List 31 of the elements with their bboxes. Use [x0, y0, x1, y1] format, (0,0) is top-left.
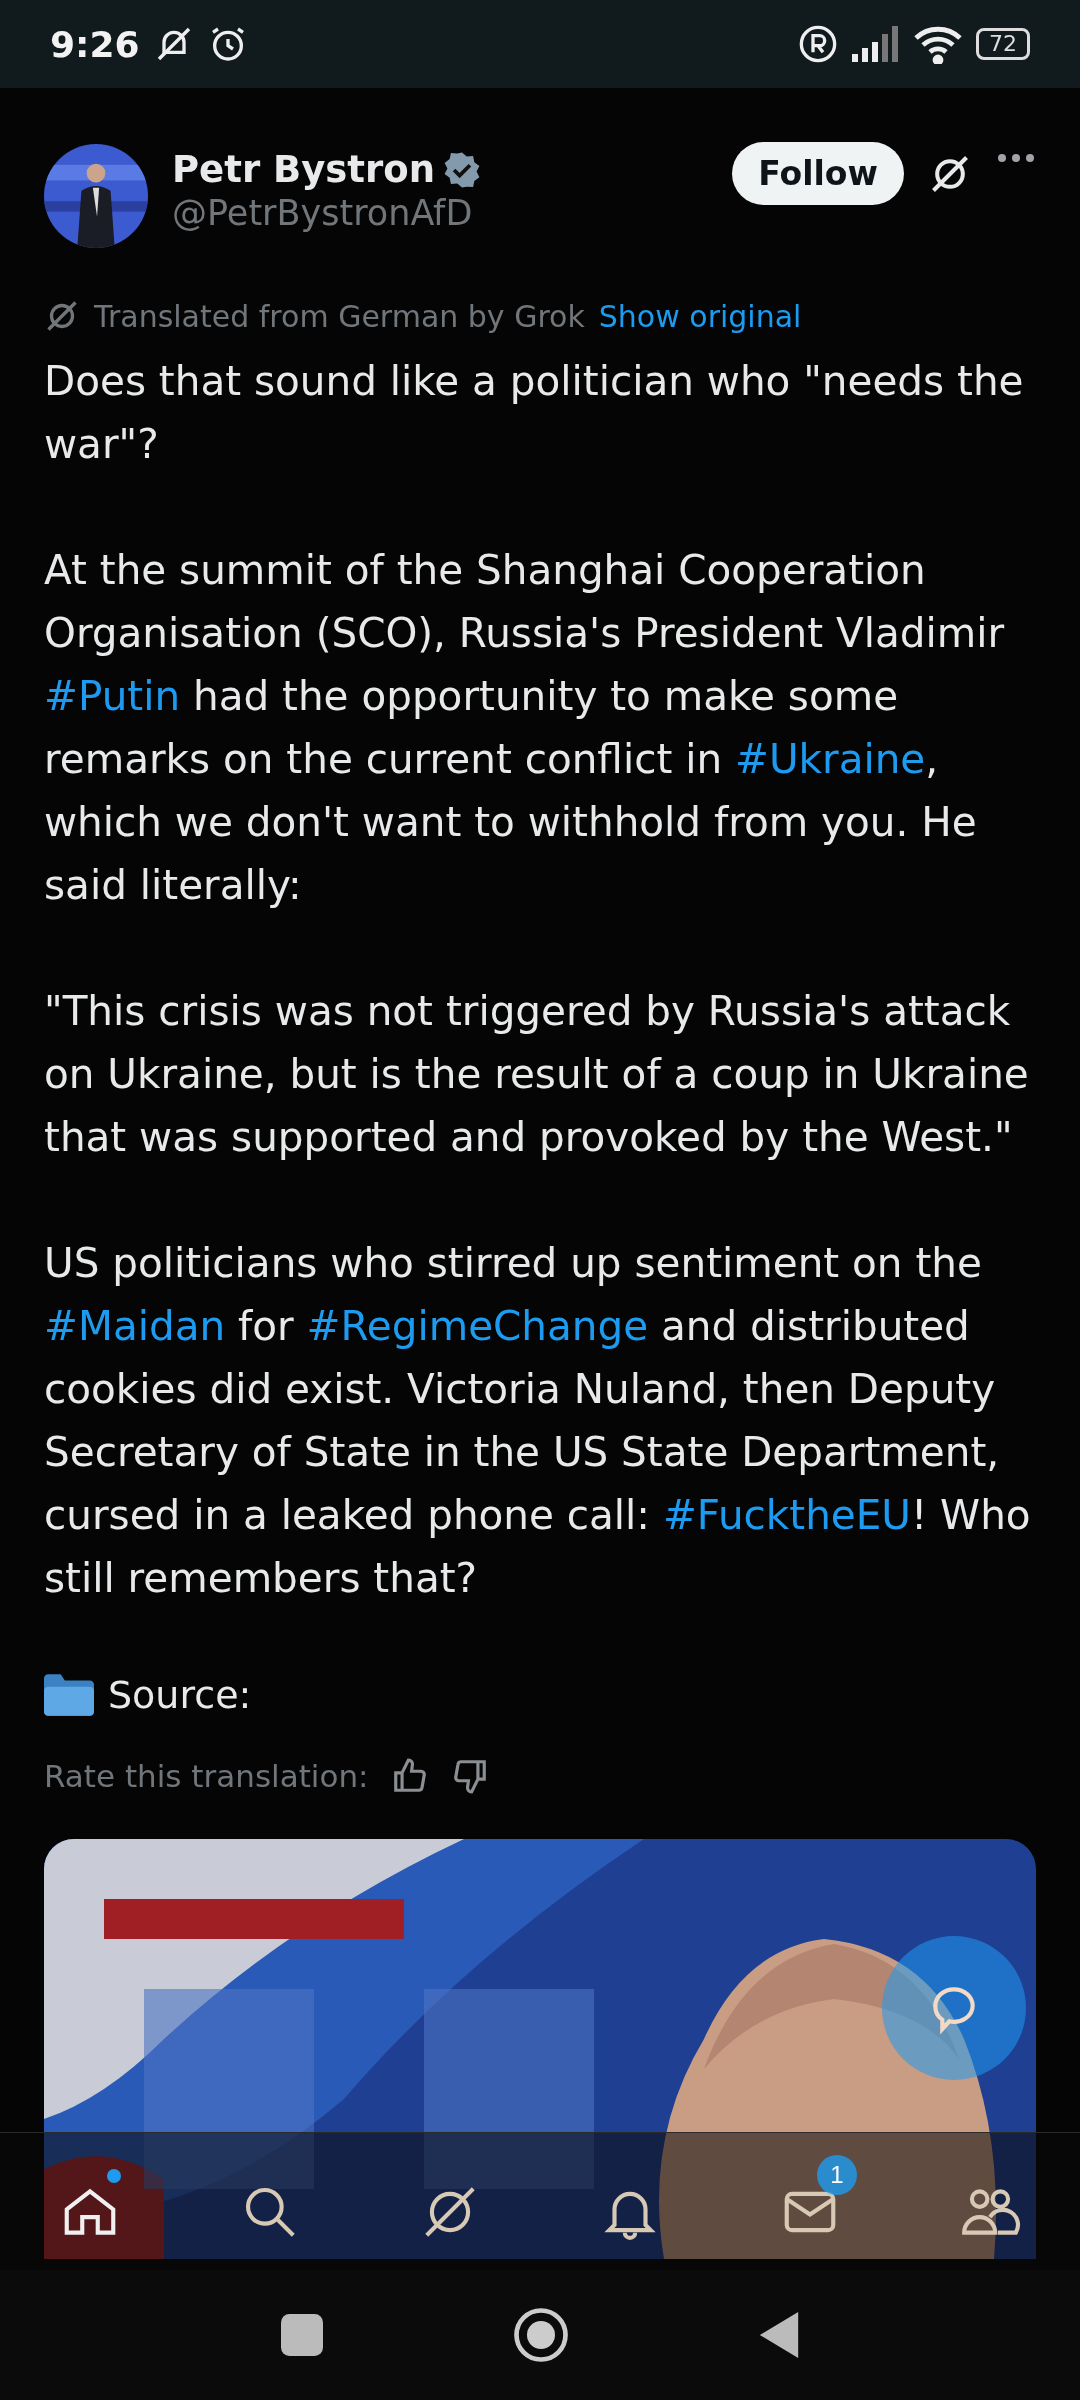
follow-button[interactable]: Follow: [732, 142, 904, 205]
home-button[interactable]: [513, 2307, 569, 2363]
post-paragraph: US politicians who stirred up sentiment on the #Maidan for #RegimeChange and distributed cookies did exist. Victoria Nuland, then Deputy Secretary of State in the US State Department, cursed in a leaked phone call: #FucktheEU! Who still remembers that?: [44, 1238, 1032, 1604]
roaming-icon: [798, 24, 838, 64]
more-button[interactable]: [996, 152, 1036, 164]
translation-note: Translated from German by Grok: [94, 298, 585, 334]
rate-translation-label: Rate this translation:: [44, 1758, 369, 1794]
post-paragraph: Does that sound like a politician who "needs the war"?: [44, 356, 1025, 470]
more-icon: [996, 152, 1036, 164]
hashtag-link[interactable]: #RegimeChange: [306, 1302, 649, 1350]
source-label: Source:: [108, 1673, 252, 1717]
status-time: 9:26: [50, 23, 140, 65]
hashtag-link[interactable]: #Maidan: [44, 1302, 226, 1350]
recents-button[interactable]: [281, 2314, 323, 2356]
author-handle: @PetrBystronAfD: [172, 193, 474, 233]
folder-icon: [44, 1673, 94, 1717]
wifi-icon: [914, 24, 962, 64]
post-paragraph: "This crisis was not triggered by Russia's attack on Ukraine, but is the result of a coup in Ukraine that was supported and provoked by the West.": [44, 986, 1030, 1163]
hashtag-link[interactable]: #Putin: [44, 672, 181, 720]
mail-tab[interactable]: 1: [763, 2155, 857, 2249]
square-icon: [281, 2314, 323, 2356]
battery-level: 72: [976, 28, 1030, 60]
show-original-link[interactable]: Show original: [598, 298, 802, 334]
signal-icon: [852, 26, 900, 62]
author-name[interactable]: Petr Bystron: [172, 148, 436, 191]
post-paragraph: At the summit of the Shanghai Cooperation Organisation (SCO), Russia's President Vladimir #Putin had the opportunity to make some remarks on the current conflict in #Ukraine, which we don't want to withhold from you. He said literally:: [44, 545, 1006, 911]
hashtag-link[interactable]: #FucktheEU: [662, 1491, 911, 1539]
circle-icon: [513, 2307, 569, 2363]
back-button[interactable]: [759, 2312, 799, 2358]
hashtag-link[interactable]: #Ukraine: [734, 735, 926, 783]
triangle-icon: [759, 2312, 799, 2358]
